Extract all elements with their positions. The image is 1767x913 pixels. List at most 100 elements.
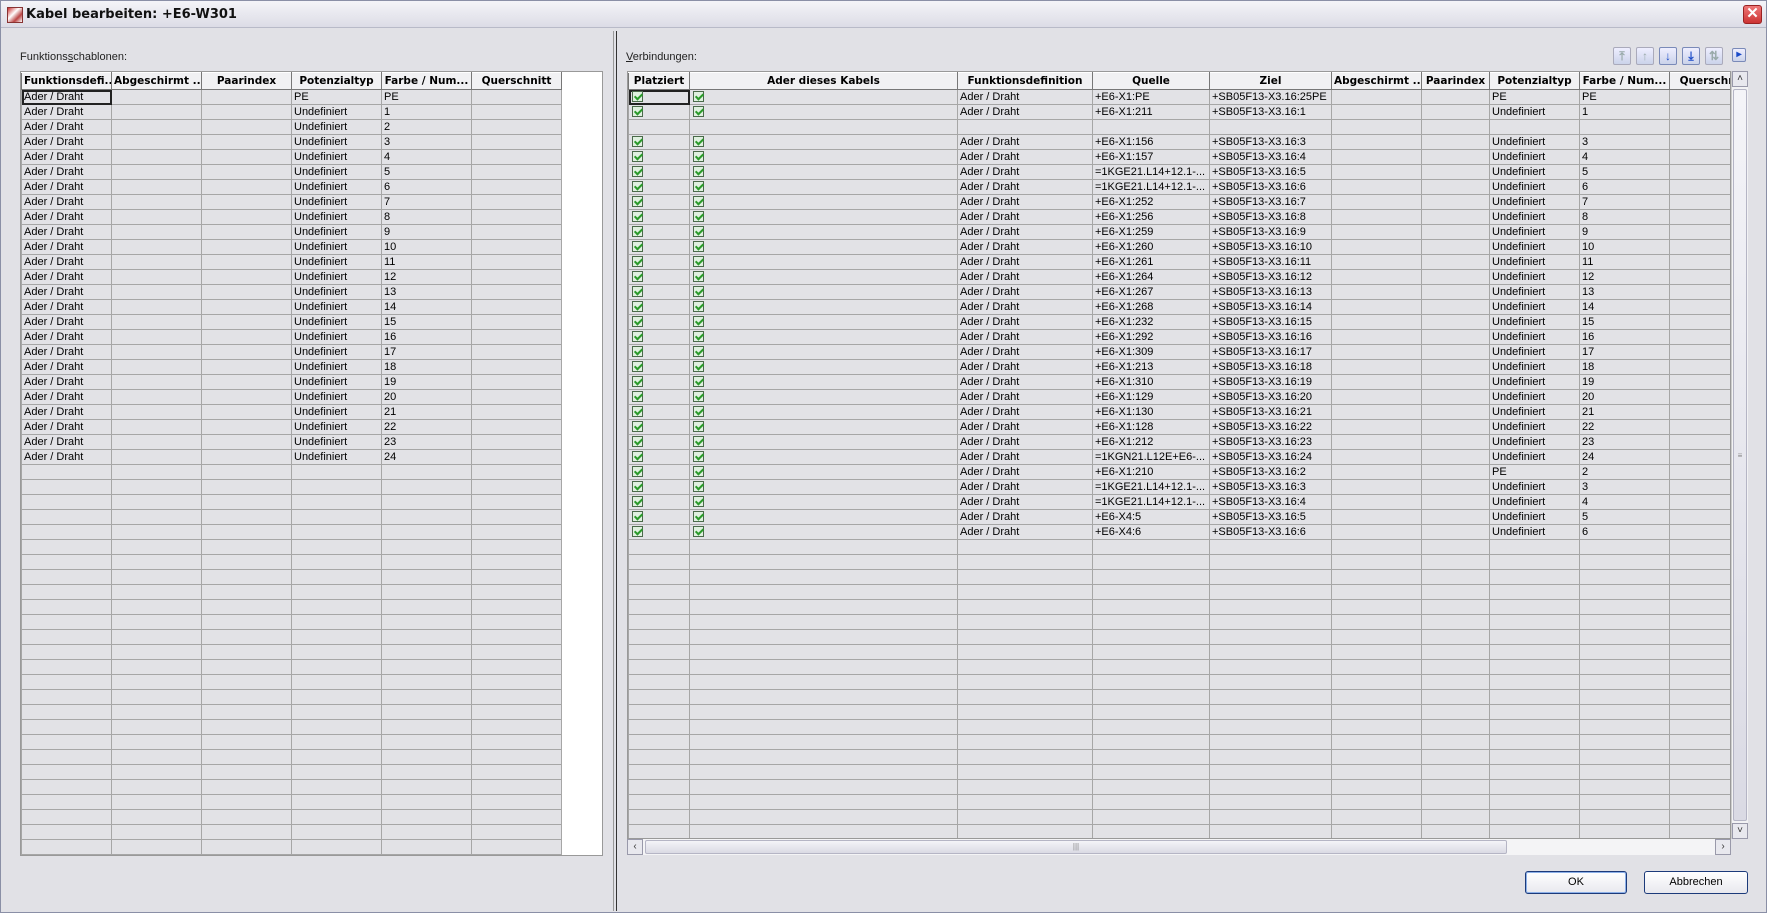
- table-cell[interactable]: +E6-X1:210: [1092, 464, 1210, 480]
- table-cell[interactable]: [689, 359, 958, 375]
- table-cell[interactable]: +E6-X1:212: [1092, 434, 1210, 450]
- placed-checkbox[interactable]: [632, 451, 643, 463]
- core-checkbox[interactable]: [693, 226, 704, 238]
- table-cell[interactable]: [689, 149, 958, 165]
- table-cell[interactable]: [1421, 359, 1490, 375]
- horizontal-scroll-thumb[interactable]: |||: [645, 840, 1507, 854]
- table-cell[interactable]: [1092, 614, 1210, 630]
- table-cell[interactable]: [381, 764, 472, 780]
- column-header[interactable]: Paarindex: [201, 72, 292, 90]
- table-cell[interactable]: [21, 599, 112, 615]
- table-cell[interactable]: [1092, 779, 1210, 795]
- table-row[interactable]: Ader / Draht Undefiniert 12: [21, 269, 562, 285]
- table-cell[interactable]: [1421, 419, 1490, 435]
- core-checkbox[interactable]: [693, 166, 704, 178]
- table-row[interactable]: Ader / Draht Undefiniert 11: [21, 254, 562, 270]
- table-cell[interactable]: [1421, 89, 1490, 105]
- table-cell[interactable]: Ader / Draht: [957, 314, 1093, 330]
- table-cell[interactable]: [628, 509, 690, 525]
- table-cell[interactable]: Ader / Draht: [21, 209, 112, 225]
- table-cell[interactable]: [381, 734, 472, 750]
- table-row[interactable]: Ader / Draht Undefiniert 14: [21, 299, 562, 315]
- scroll-left-button[interactable]: ‹: [627, 839, 643, 855]
- table-cell[interactable]: Undefiniert: [1489, 344, 1580, 360]
- placed-checkbox[interactable]: [632, 211, 643, 223]
- table-cell[interactable]: [628, 809, 690, 825]
- table-cell[interactable]: [1209, 599, 1332, 615]
- table-cell[interactable]: [1331, 239, 1422, 255]
- table-cell[interactable]: [957, 119, 1093, 135]
- table-cell[interactable]: [111, 824, 202, 840]
- table-cell[interactable]: [1331, 284, 1422, 300]
- table-row[interactable]: Ader / Draht +E6-X1:252 +SB05F13-X3.16:7 Un…: [628, 194, 1730, 210]
- table-cell[interactable]: [628, 659, 690, 675]
- core-checkbox[interactable]: [693, 151, 704, 163]
- table-cell[interactable]: [628, 149, 690, 165]
- core-checkbox[interactable]: [693, 106, 704, 118]
- table-cell[interactable]: [1092, 599, 1210, 615]
- table-cell[interactable]: [21, 824, 112, 840]
- table-cell[interactable]: [471, 719, 562, 735]
- table-cell[interactable]: [201, 839, 292, 855]
- table-cell[interactable]: [111, 569, 202, 585]
- table-cell[interactable]: [111, 674, 202, 690]
- table-cell[interactable]: [201, 254, 292, 270]
- scroll-down-button[interactable]: ˅: [1732, 823, 1748, 839]
- table-row[interactable]: [628, 764, 1730, 780]
- table-cell[interactable]: [381, 479, 472, 495]
- table-cell[interactable]: [1331, 494, 1422, 510]
- table-row[interactable]: [21, 554, 562, 570]
- table-cell[interactable]: [471, 764, 562, 780]
- table-row[interactable]: Ader / Draht =1KGE21.L14+12.1-... +SB05F13…: [628, 164, 1730, 180]
- table-cell[interactable]: [1669, 134, 1730, 150]
- table-cell[interactable]: [111, 254, 202, 270]
- table-cell[interactable]: Ader / Draht: [21, 284, 112, 300]
- table-cell[interactable]: [471, 809, 562, 825]
- table-cell[interactable]: [21, 524, 112, 540]
- table-cell[interactable]: [1331, 329, 1422, 345]
- table-cell[interactable]: [471, 314, 562, 330]
- table-cell[interactable]: [1489, 599, 1580, 615]
- table-cell[interactable]: [291, 464, 382, 480]
- table-cell[interactable]: [1489, 119, 1580, 135]
- table-cell[interactable]: [1092, 584, 1210, 600]
- table-cell[interactable]: [471, 104, 562, 120]
- table-row[interactable]: Ader / Draht +E6-X1:310 +SB05F13-X3.16:19 U…: [628, 374, 1730, 390]
- table-cell[interactable]: Undefiniert: [1489, 299, 1580, 315]
- table-cell[interactable]: [201, 434, 292, 450]
- core-checkbox[interactable]: [693, 241, 704, 253]
- table-cell[interactable]: [1669, 344, 1730, 360]
- table-cell[interactable]: 19: [381, 374, 472, 390]
- table-cell[interactable]: [471, 599, 562, 615]
- table-row[interactable]: [21, 599, 562, 615]
- table-cell[interactable]: [111, 734, 202, 750]
- table-cell[interactable]: [291, 809, 382, 825]
- table-row[interactable]: Ader / Draht +E6-X1:212 +SB05F13-X3.16:23 U…: [628, 434, 1730, 450]
- table-cell[interactable]: 17: [1579, 344, 1670, 360]
- column-header[interactable]: Farbe / Num...: [381, 72, 472, 90]
- table-cell[interactable]: [1331, 749, 1422, 765]
- table-cell[interactable]: +SB05F13-X3.16:18: [1209, 359, 1332, 375]
- table-cell[interactable]: [111, 539, 202, 555]
- table-cell[interactable]: [1421, 764, 1490, 780]
- placed-checkbox[interactable]: [632, 301, 643, 313]
- table-cell[interactable]: Ader / Draht: [957, 194, 1093, 210]
- table-cell[interactable]: Undefiniert: [291, 119, 382, 135]
- move-bottom-button[interactable]: ⤓: [1682, 47, 1700, 65]
- table-cell[interactable]: [1331, 599, 1422, 615]
- table-cell[interactable]: [1092, 554, 1210, 570]
- table-cell[interactable]: [689, 449, 958, 465]
- table-cell[interactable]: [111, 779, 202, 795]
- table-cell[interactable]: [21, 764, 112, 780]
- table-cell[interactable]: [381, 704, 472, 720]
- table-row[interactable]: Ader / Draht +E6-X1:156 +SB05F13-X3.16:3 Un…: [628, 134, 1730, 150]
- table-row[interactable]: Ader / Draht Undefiniert 22: [21, 419, 562, 435]
- table-cell[interactable]: [1669, 299, 1730, 315]
- table-cell[interactable]: +E6-X1:211: [1092, 104, 1210, 120]
- table-cell[interactable]: Undefiniert: [291, 194, 382, 210]
- table-cell[interactable]: [957, 764, 1093, 780]
- table-cell[interactable]: [628, 404, 690, 420]
- table-cell[interactable]: 18: [381, 359, 472, 375]
- table-cell[interactable]: Ader / Draht: [21, 134, 112, 150]
- table-cell[interactable]: +E6-X1:261: [1092, 254, 1210, 270]
